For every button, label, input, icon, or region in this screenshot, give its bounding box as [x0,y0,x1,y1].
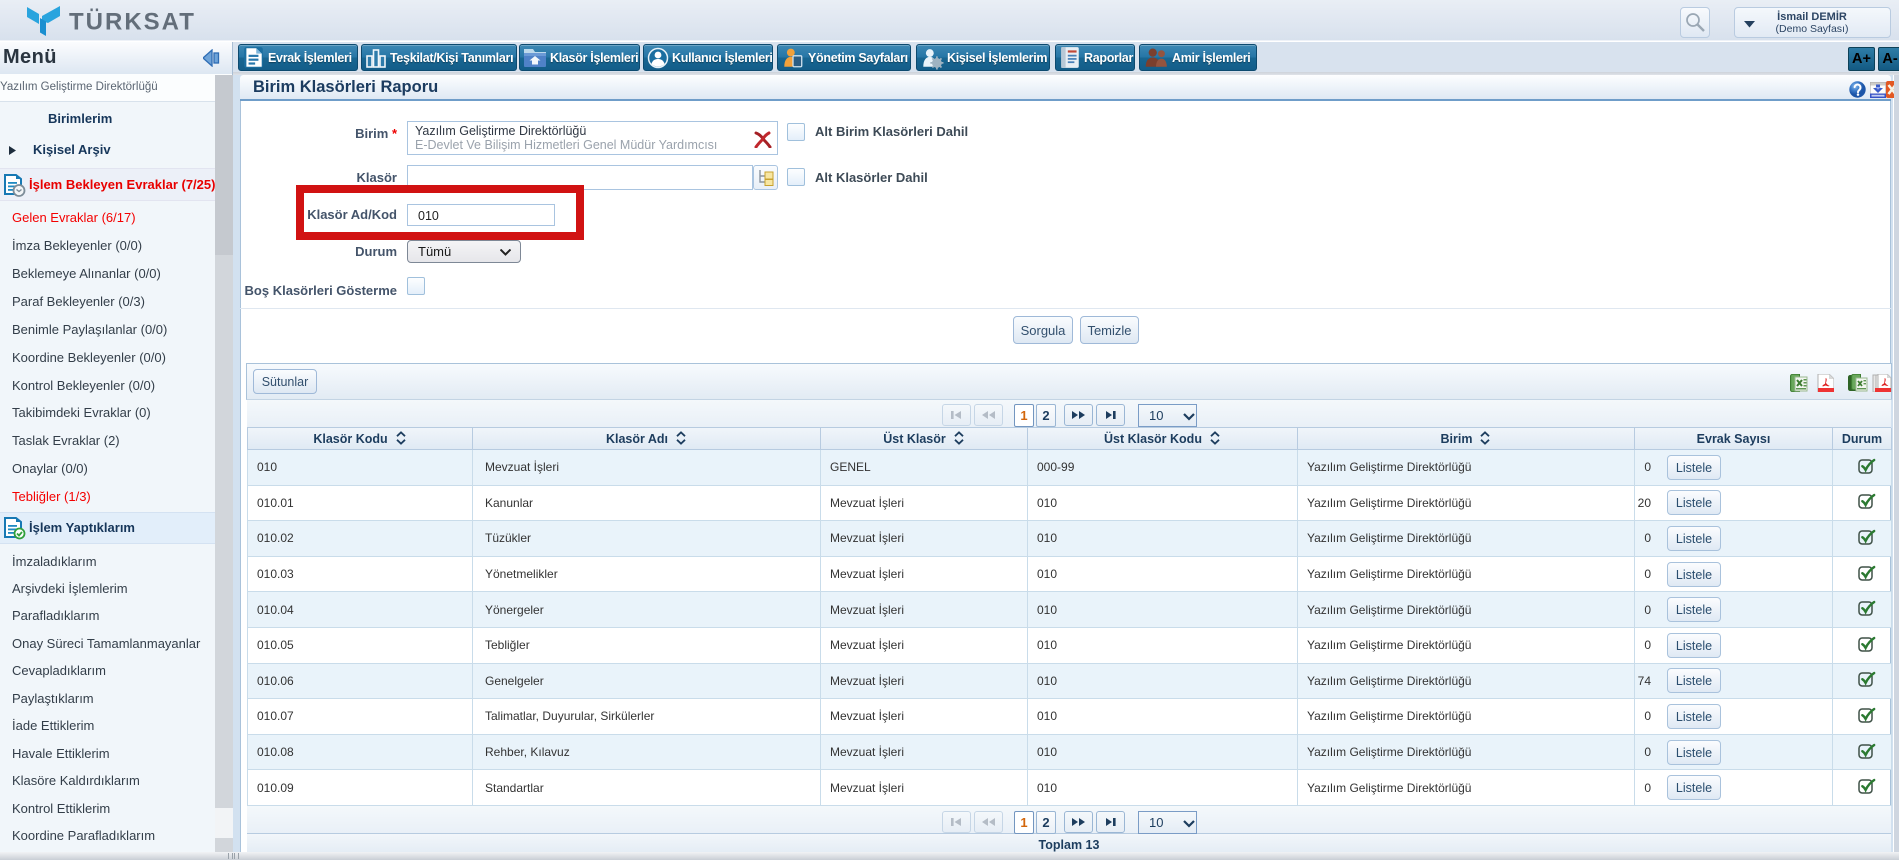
svg-text:TÜRKSAT: TÜRKSAT [69,9,196,36]
